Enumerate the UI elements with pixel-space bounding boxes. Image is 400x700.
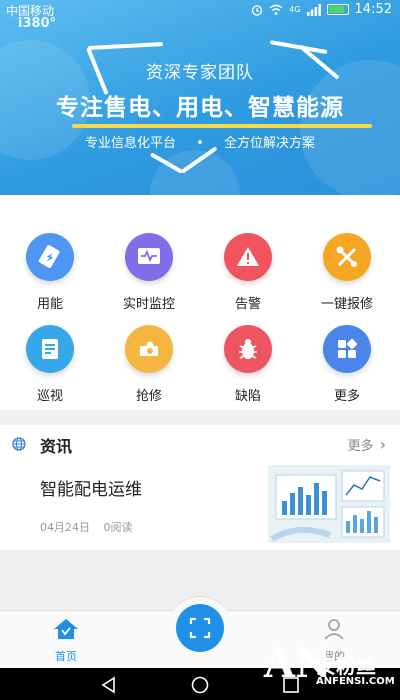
signal-icon xyxy=(306,3,321,16)
grid-item-more[interactable]: 更多 xyxy=(302,325,392,404)
news-reads: 0阅读 xyxy=(103,521,133,534)
carrier-text: 中国移动 xyxy=(6,4,55,18)
news-more-label: 更多 xyxy=(347,439,374,454)
grid-item-label: 巡视 xyxy=(36,389,63,404)
grid-item-label: 用能 xyxy=(36,297,63,312)
grid-item-monitor[interactable]: 实时监控 xyxy=(104,233,194,312)
banner-decoration xyxy=(150,150,240,195)
watermark-logo: AN 安粉丝 ANFENSI.COM xyxy=(264,640,400,698)
tools-icon xyxy=(323,233,371,281)
user-icon xyxy=(324,619,344,640)
grid-item-label: 缺陷 xyxy=(234,389,261,404)
bug-icon xyxy=(224,325,272,373)
tab-home-label: 首页 xyxy=(55,650,77,663)
back-icon[interactable] xyxy=(100,676,118,694)
globe-icon xyxy=(12,437,26,451)
news-thumbnail xyxy=(268,465,390,543)
network-type: 4G xyxy=(289,5,301,14)
news-date: 04月24日 xyxy=(40,521,90,534)
grid-more-icon xyxy=(323,325,371,373)
banner-sub-left: 专业信息化平台 xyxy=(85,136,177,151)
grid-item-repair-request[interactable]: 一键报修 xyxy=(302,233,392,312)
banner-underline xyxy=(72,124,372,128)
document-icon xyxy=(26,325,74,373)
status-bar: 中国移动 4G 14:52 xyxy=(0,0,400,20)
status-icons: 4G 14:52 xyxy=(251,2,392,17)
grid-item-inspection[interactable]: 巡视 xyxy=(5,325,95,404)
home-icon xyxy=(54,619,78,639)
banner-team-text: 资深专家团队 xyxy=(146,63,254,83)
banner-subtitle: 专业信息化平台 • 全方位解决方案 xyxy=(0,132,400,151)
banner-sub-dot: • xyxy=(196,136,204,151)
watermark-en: ANFENSI.COM xyxy=(316,676,395,687)
grid-item-label: 实时监控 xyxy=(122,297,175,312)
news-meta: 04月24日 0阅读 xyxy=(40,519,143,535)
wifi-icon xyxy=(269,4,283,15)
news-title: 资讯 xyxy=(40,437,73,456)
function-grid: 用能 实时监控 告警 一键报修 巡视 抢修 缺陷 更多 xyxy=(0,195,400,410)
grid-item-emergency-repair[interactable]: 抢修 xyxy=(104,325,194,404)
grid-item-label: 抢修 xyxy=(135,389,162,404)
grid-item-energy[interactable]: 用能 xyxy=(5,233,95,312)
grid-item-alarm[interactable]: 告警 xyxy=(203,233,293,312)
banner-line xyxy=(87,42,164,50)
grid-item-label: 告警 xyxy=(234,297,261,312)
home-circle-icon[interactable] xyxy=(191,676,209,694)
chevron-right-icon: › xyxy=(379,435,386,454)
grid-item-label: 一键报修 xyxy=(320,297,373,312)
grid-item-label: 更多 xyxy=(333,389,360,404)
scan-icon xyxy=(189,617,211,639)
banner-sub-right: 全方位解决方案 xyxy=(223,136,315,151)
battery-icon xyxy=(26,233,74,281)
tab-home[interactable]: 首页 xyxy=(26,617,106,664)
hero-banner[interactable]: i380° 资深专家团队 专注售电、用电、智慧能源 专业信息化平台 • 全方位解… xyxy=(0,0,400,195)
scan-button[interactable] xyxy=(176,604,224,652)
news-headline: 智能配电运维 xyxy=(40,480,142,500)
news-section: 资讯 更多 › 智能配电运维 04月24日 0阅读 xyxy=(0,425,400,550)
watermark-zh: 安粉丝 xyxy=(316,654,376,678)
repair-icon xyxy=(125,325,173,373)
battery-icon xyxy=(326,4,349,15)
status-time: 14:52 xyxy=(354,2,392,17)
alarm-icon xyxy=(252,4,263,16)
banner-slogan: 专注售电、用电、智慧能源 xyxy=(56,95,344,121)
news-more-link[interactable]: 更多 › xyxy=(347,435,386,454)
warning-icon xyxy=(224,233,272,281)
grid-item-defect[interactable]: 缺陷 xyxy=(203,325,293,404)
monitor-wave-icon xyxy=(125,233,173,281)
